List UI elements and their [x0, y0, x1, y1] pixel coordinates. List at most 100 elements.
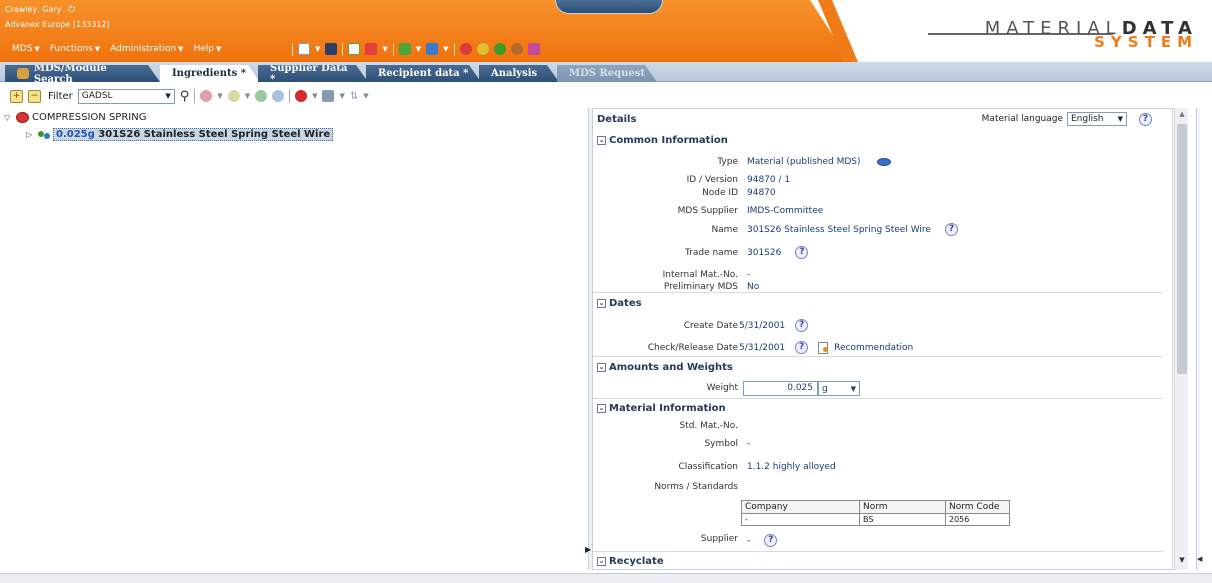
column-norm: Norm: [859, 500, 946, 514]
mds-supplier-label: MDS Supplier: [677, 206, 738, 216]
scrollbar-thumb[interactable]: [1177, 124, 1187, 374]
eye-icon[interactable]: [876, 158, 891, 166]
check-release-date-label: Check/Release Date: [647, 343, 738, 353]
tree-node-weight: 0.025g: [56, 129, 95, 140]
chevron-down-icon[interactable]: ▼: [363, 92, 368, 100]
chevron-down-icon[interactable]: ▼: [443, 45, 448, 53]
move-icon[interactable]: ⇅: [350, 91, 358, 102]
flask-icon[interactable]: [527, 43, 540, 55]
tab-recipient-data[interactable]: Recipient data *: [366, 65, 481, 82]
menu-mds[interactable]: MDS ▼: [12, 44, 40, 54]
tab-analysis[interactable]: Analysis: [479, 65, 559, 82]
symbol-value: -: [747, 439, 751, 449]
collapse-right-icon[interactable]: ◀: [1197, 555, 1202, 563]
section-common-information[interactable]: ⌄ Common Information: [597, 135, 1163, 146]
collapse-section-icon[interactable]: ⌄: [597, 136, 606, 145]
create-date-label: Create Date: [683, 321, 738, 331]
check-document-icon[interactable]: [348, 43, 361, 55]
details-pane: Details Material language English ▼ ? ⌄ …: [592, 108, 1173, 570]
section-dates[interactable]: ⌄ Dates: [597, 298, 1163, 309]
help-icon[interactable]: ?: [795, 341, 809, 354]
tab-ingredients[interactable]: Ingredients *: [160, 65, 260, 82]
tree-node-material[interactable]: ▷ 0.025g 301S26 Stainless Steel Spring S…: [26, 128, 334, 141]
menu-administration[interactable]: Administration ▼: [110, 44, 183, 54]
table-row[interactable]: - BS 2056: [741, 513, 1010, 526]
collapse-section-icon[interactable]: ⌄: [597, 557, 606, 566]
chevron-down-icon[interactable]: ▼: [315, 45, 320, 53]
section-amounts-weights[interactable]: ⌄ Amounts and Weights: [597, 362, 1163, 373]
symbol-label: Symbol: [704, 439, 738, 449]
tree-selected-item[interactable]: 0.025g 301S26 Stainless Steel Spring Ste…: [53, 128, 334, 141]
chevron-down-icon[interactable]: ▼: [339, 92, 344, 100]
chevron-down-icon[interactable]: ▼: [416, 45, 421, 53]
chevron-down-icon[interactable]: ▼: [312, 92, 317, 100]
semi-component-icon[interactable]: [476, 43, 489, 55]
collapse-section-icon[interactable]: ⌄: [597, 404, 606, 413]
scroll-down-icon[interactable]: ▼: [1175, 556, 1189, 568]
component-icon[interactable]: [459, 43, 472, 55]
help-icon[interactable]: ?: [795, 319, 809, 332]
filter-select[interactable]: GADSL ▼: [77, 88, 175, 104]
add-semi-component-icon[interactable]: [227, 90, 240, 102]
chevron-down-icon[interactable]: ▼: [245, 92, 250, 100]
chevron-down-icon[interactable]: ▼: [217, 92, 222, 100]
help-icon[interactable]: ?: [944, 223, 958, 236]
menu-functions[interactable]: Functions ▼: [50, 44, 100, 54]
copy-icon[interactable]: [322, 90, 335, 102]
material-language-select[interactable]: English ▼: [1067, 112, 1127, 126]
recommendation-link[interactable]: Recommendation: [834, 343, 913, 353]
material-language-label: Material language: [981, 114, 1063, 124]
trade-name-text: 301S26: [747, 247, 782, 258]
type-text: Material (published MDS): [747, 157, 861, 167]
preliminary-mds-label: Preliminary MDS: [663, 282, 738, 292]
add-substance-icon[interactable]: [272, 90, 285, 102]
mds-supplier-value: IMDS-Committee: [747, 206, 824, 216]
expand-all-icon[interactable]: +: [10, 89, 23, 103]
material-language-value: English: [1071, 114, 1104, 124]
add-material-icon[interactable]: [255, 90, 268, 102]
menu-help[interactable]: Help ▼: [193, 44, 221, 54]
expand-toggle-icon[interactable]: ▽: [4, 113, 16, 122]
tab-supplier-data[interactable]: Supplier Data *: [258, 65, 368, 82]
tree-node-root[interactable]: ▽ COMPRESSION SPRING: [4, 112, 146, 123]
id-version-value: 94870 / 1: [747, 175, 791, 185]
delete-icon[interactable]: [295, 90, 308, 102]
collapse-toggle-icon[interactable]: ▷: [26, 130, 38, 139]
right-splitter[interactable]: [1196, 108, 1200, 570]
save-icon[interactable]: [325, 43, 338, 55]
search-icon[interactable]: ⚲: [180, 89, 190, 104]
tab-mds-module-search[interactable]: MDS/Module Search: [5, 65, 160, 82]
weight-input[interactable]: 0.025: [743, 381, 818, 396]
receive-icon[interactable]: [426, 43, 439, 55]
tab-label: Analysis: [491, 68, 538, 79]
basic-substance-icon[interactable]: [510, 43, 523, 55]
chevron-down-icon[interactable]: ▼: [382, 45, 387, 53]
send-icon[interactable]: [398, 43, 411, 55]
help-icon[interactable]: ?: [795, 246, 809, 259]
pdf-icon[interactable]: [365, 43, 378, 55]
material-icon: [38, 129, 51, 140]
collapse-section-icon[interactable]: ⌄: [597, 363, 606, 372]
vertical-scrollbar[interactable]: ▲ ▼: [1174, 108, 1188, 570]
section-material-information[interactable]: ⌄ Material Information: [597, 403, 1163, 414]
tab-label: Supplier Data *: [270, 62, 348, 85]
add-component-icon[interactable]: [200, 90, 213, 102]
details-title: Details: [597, 114, 637, 125]
help-icon[interactable]: ?: [764, 534, 778, 547]
collapse-pane-icon[interactable]: ▶: [585, 545, 591, 554]
menu-administration-label: Administration: [110, 44, 177, 54]
help-icon[interactable]: ?: [1139, 112, 1152, 126]
bottom-bar: [0, 573, 1212, 583]
weight-unit-select[interactable]: g ▼: [818, 381, 860, 396]
material-icon[interactable]: [493, 43, 506, 55]
collapse-section-icon[interactable]: ⌄: [597, 299, 606, 308]
recommendation-icon[interactable]: [818, 341, 829, 354]
section-recyclate[interactable]: ⌄ Recyclate: [597, 556, 1163, 567]
new-document-icon[interactable]: [298, 43, 310, 55]
logout-icon[interactable]: ⏻: [68, 5, 75, 15]
chevron-down-icon: ▼: [850, 384, 856, 393]
collapse-all-icon[interactable]: −: [28, 89, 41, 103]
material-language: Material language English ▼ ?: [982, 112, 1152, 126]
scroll-up-icon[interactable]: ▲: [1175, 110, 1189, 122]
section-divider: [593, 292, 1163, 293]
